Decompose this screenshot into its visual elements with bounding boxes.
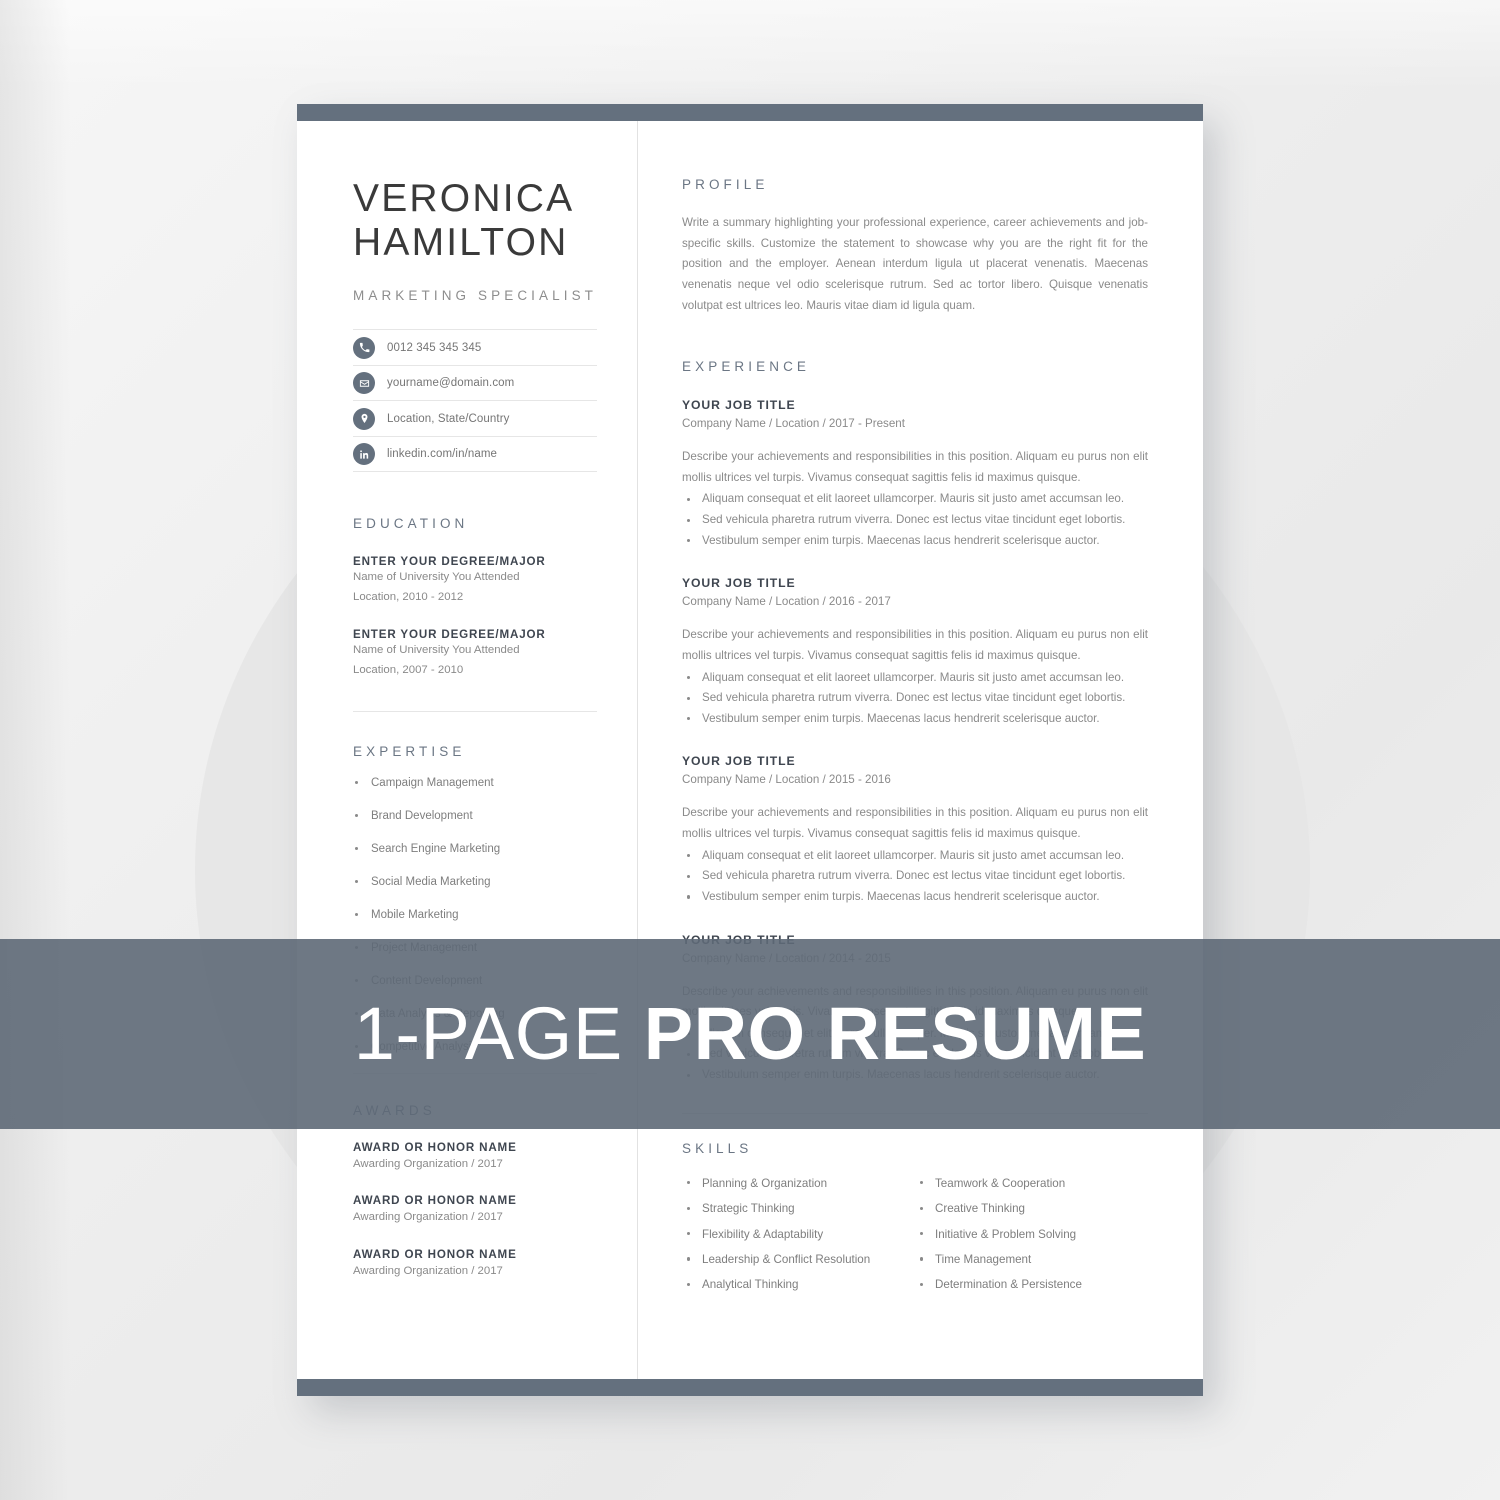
promo-banner-text: 1-PAGE PRO RESUME [354,997,1147,1071]
linkedin-icon [353,443,375,466]
main-content-column: PROFILE Write a summary highlighting you… [637,121,1203,1379]
education-location: Location, 2007 - 2010 [353,664,464,677]
award-organization: Awarding Organization / 2017 [353,1264,503,1277]
list-item: Leadership & Conflict Resolution [682,1250,915,1270]
list-item: Vestibulum semper enim turpis. Maecenas … [682,709,1148,730]
list-item: Social Media Marketing [353,875,597,890]
section-heading-profile: PROFILE [682,177,769,192]
list-item: Analytical Thinking [682,1275,915,1295]
list-item: Sed vehicula pharetra rutrum viverra. Do… [682,510,1148,531]
list-item: Creative Thinking [915,1199,1148,1219]
list-item: Time Management [915,1250,1148,1270]
list-item: Initiative & Problem Solving [915,1225,1148,1245]
promo-banner-light-text: 1-PAGE [353,992,623,1075]
award-entry: AWARD OR HONOR NAME Awarding Organizatio… [353,1248,597,1282]
skills-column-left: Planning & Organization Strategic Thinki… [682,1174,915,1301]
list-item: Strategic Thinking [682,1199,915,1219]
experience-description: Describe your achievements and responsib… [682,450,1148,484]
experience-bullets: Aliquam consequat et elit laoreet ullamc… [682,846,1148,908]
resume-content: VERONICA HAMILTON MARKETING SPECIALIST 0… [297,121,1203,1379]
phone-icon [353,336,375,359]
skills-grid: Planning & Organization Strategic Thinki… [682,1174,1148,1301]
last-name: HAMILTON [353,220,569,264]
list-item: Aliquam consequat et elit laoreet ullamc… [682,668,1148,689]
award-organization: Awarding Organization / 2017 [353,1211,503,1224]
contact-value-linkedin: linkedin.com/in/name [387,448,498,461]
list-item: Flexibility & Adaptability [682,1225,915,1245]
contact-value-location: Location, State/Country [387,412,510,425]
experience-company-meta: Company Name / Location / 2017 - Present [682,417,905,431]
award-entry: AWARD OR HONOR NAME Awarding Organizatio… [353,1194,597,1228]
list-item: Campaign Management [353,776,597,791]
education-degree: ENTER YOUR DEGREE/MAJOR [353,628,546,642]
envelope-icon [353,372,375,395]
contact-list: 0012 345 345 345 yourname@domain.com Loc… [353,329,597,473]
award-entry: AWARD OR HONOR NAME Awarding Organizatio… [353,1141,597,1175]
experience-bullets: Aliquam consequat et elit laoreet ullamc… [682,668,1148,730]
column-divider [637,121,638,1379]
section-heading-experience: EXPERIENCE [682,359,811,375]
section-heading-skills: SKILLS [682,1140,753,1156]
education-location: Location, 2010 - 2012 [353,591,464,604]
experience-bullets: Aliquam consequat et elit laoreet ullamc… [682,489,1148,551]
page-top-accent-bar [297,104,1203,121]
experience-entry: YOUR JOB TITLE Company Name / Location /… [682,398,1148,551]
experience-description: Describe your achievements and responsib… [682,806,1148,840]
list-item: Determination & Persistence [915,1275,1148,1295]
location-pin-icon [353,407,375,430]
contact-item-linkedin[interactable]: linkedin.com/in/name [353,437,597,473]
section-heading-education: EDUCATION [353,516,469,532]
education-school: Name of University You Attended [353,571,520,584]
experience-job-title: YOUR JOB TITLE [682,576,796,591]
list-item: Sed vehicula pharetra rutrum viverra. Do… [682,688,1148,709]
list-item: Teamwork & Cooperation [915,1174,1148,1194]
list-item: Mobile Marketing [353,908,597,923]
experience-company-meta: Company Name / Location / 2015 - 2016 [682,773,891,787]
resume-page: VERONICA HAMILTON MARKETING SPECIALIST 0… [297,104,1203,1396]
list-item: Brand Development [353,809,597,824]
job-role-subtitle: MARKETING SPECIALIST [353,288,598,304]
first-name: VERONICA [353,177,575,220]
experience-job-title: YOUR JOB TITLE [682,398,796,413]
list-item: Aliquam consequat et elit laoreet ullamc… [682,846,1148,867]
experience-entry: YOUR JOB TITLE Company Name / Location /… [682,754,1148,907]
award-name: AWARD OR HONOR NAME [353,1194,517,1208]
contact-item-location[interactable]: Location, State/Country [353,401,597,437]
list-item: Aliquam consequat et elit laoreet ullamc… [682,489,1148,510]
contact-value-phone: 0012 345 345 345 [387,341,482,354]
education-entry: ENTER YOUR DEGREE/MAJOR Name of Universi… [353,628,597,681]
list-item: Vestibulum semper enim turpis. Maecenas … [682,887,1148,908]
award-name: AWARD OR HONOR NAME [353,1140,517,1154]
education-entry: ENTER YOUR DEGREE/MAJOR Name of Universi… [353,555,597,608]
contact-item-phone[interactable]: 0012 345 345 345 [353,330,597,366]
skills-column-right: Teamwork & Cooperation Creative Thinking… [915,1174,1148,1301]
list-item: Planning & Organization [682,1174,915,1194]
section-heading-expertise: EXPERTISE [353,744,466,760]
experience-entry: YOUR JOB TITLE Company Name / Location /… [682,576,1148,729]
list-item: Sed vehicula pharetra rutrum viverra. Do… [682,866,1148,887]
page-bottom-accent-bar [297,1379,1203,1396]
experience-company-meta: Company Name / Location / 2016 - 2017 [682,595,891,609]
page-title: VERONICA HAMILTON [353,177,597,264]
education-school: Name of University You Attended [353,644,520,657]
award-organization: Awarding Organization / 2017 [353,1157,503,1170]
contact-value-email: yourname@domain.com [387,377,515,390]
experience-job-title: YOUR JOB TITLE [682,754,796,769]
section-divider [353,711,597,713]
left-sidebar-column: VERONICA HAMILTON MARKETING SPECIALIST 0… [297,121,637,1379]
list-item: Vestibulum semper enim turpis. Maecenas … [682,531,1148,552]
contact-item-email[interactable]: yourname@domain.com [353,366,597,402]
promo-banner-overlay: 1-PAGE PRO RESUME [0,939,1500,1129]
promo-banner-bold-text: PRO RESUME [643,992,1147,1075]
education-degree: ENTER YOUR DEGREE/MAJOR [353,555,546,569]
award-name: AWARD OR HONOR NAME [353,1247,517,1261]
list-item: Search Engine Marketing [353,842,597,857]
experience-description: Describe your achievements and responsib… [682,628,1148,662]
profile-summary-text: Write a summary highlighting your profes… [682,216,1148,312]
